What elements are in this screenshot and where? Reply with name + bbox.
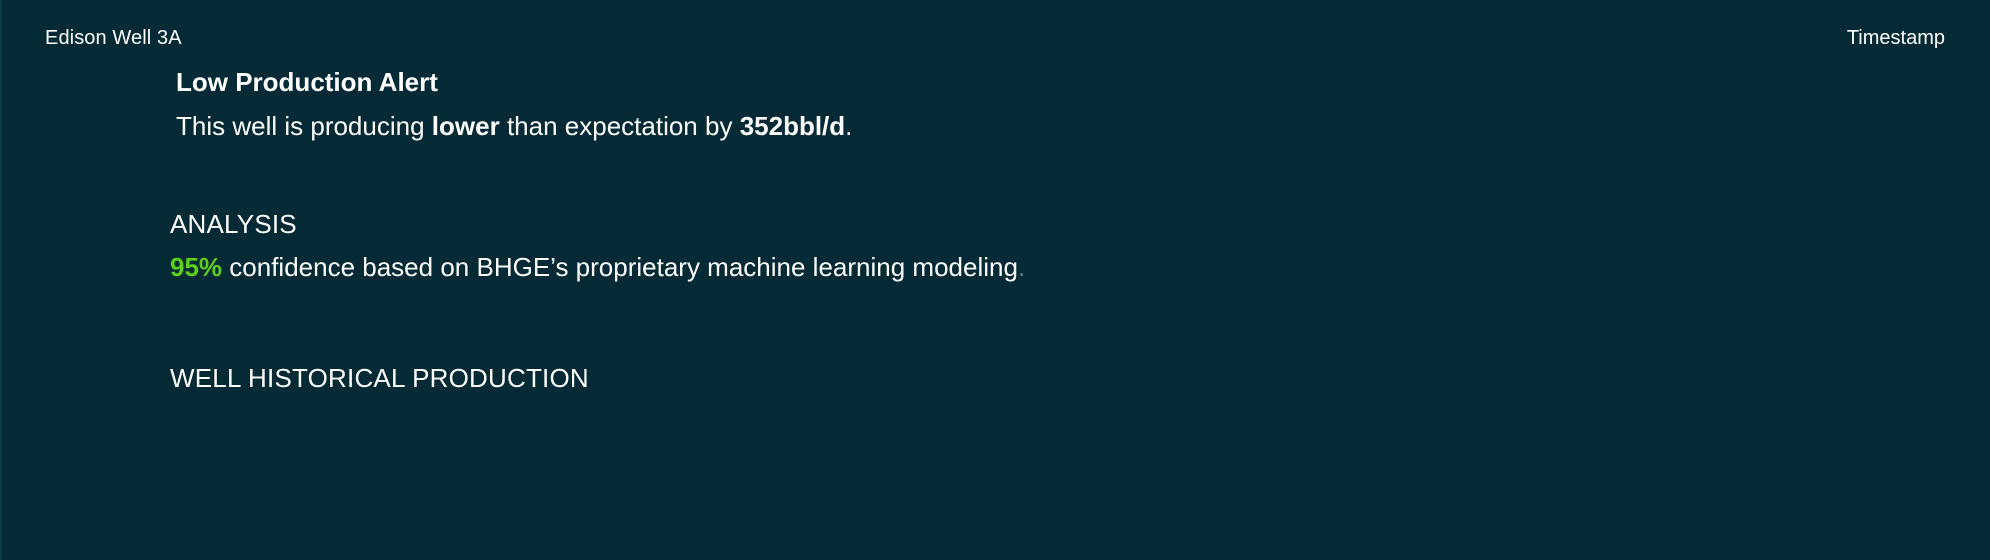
- confidence-description: confidence based on BHGE’s proprietary m…: [229, 252, 1018, 282]
- left-edge-divider: [0, 0, 2, 560]
- deficit-value: 352bbl/d: [739, 111, 846, 141]
- analysis-trailing-period: .: [1017, 252, 1026, 282]
- alert-message: This well is producing lower than expect…: [176, 110, 852, 142]
- alert-title: Low Production Alert: [176, 67, 438, 97]
- alert-message-suffix: .: [845, 111, 853, 141]
- analysis-heading: ANALYSIS: [170, 209, 297, 239]
- well-name: Edison Well 3A: [45, 27, 182, 49]
- timestamp-label: Timestamp: [1846, 27, 1945, 49]
- alert-message-middle: than expectation by: [506, 111, 733, 141]
- alert-message-prefix: This well is producing: [176, 111, 425, 141]
- confidence-value: 95%: [170, 252, 223, 282]
- well-historical-production-heading: WELL HISTORICAL PRODUCTION: [170, 363, 589, 393]
- alert-message-emphasis: lower: [431, 111, 500, 141]
- analysis-text: 95% confidence based on BHGE’s proprieta…: [170, 251, 1025, 283]
